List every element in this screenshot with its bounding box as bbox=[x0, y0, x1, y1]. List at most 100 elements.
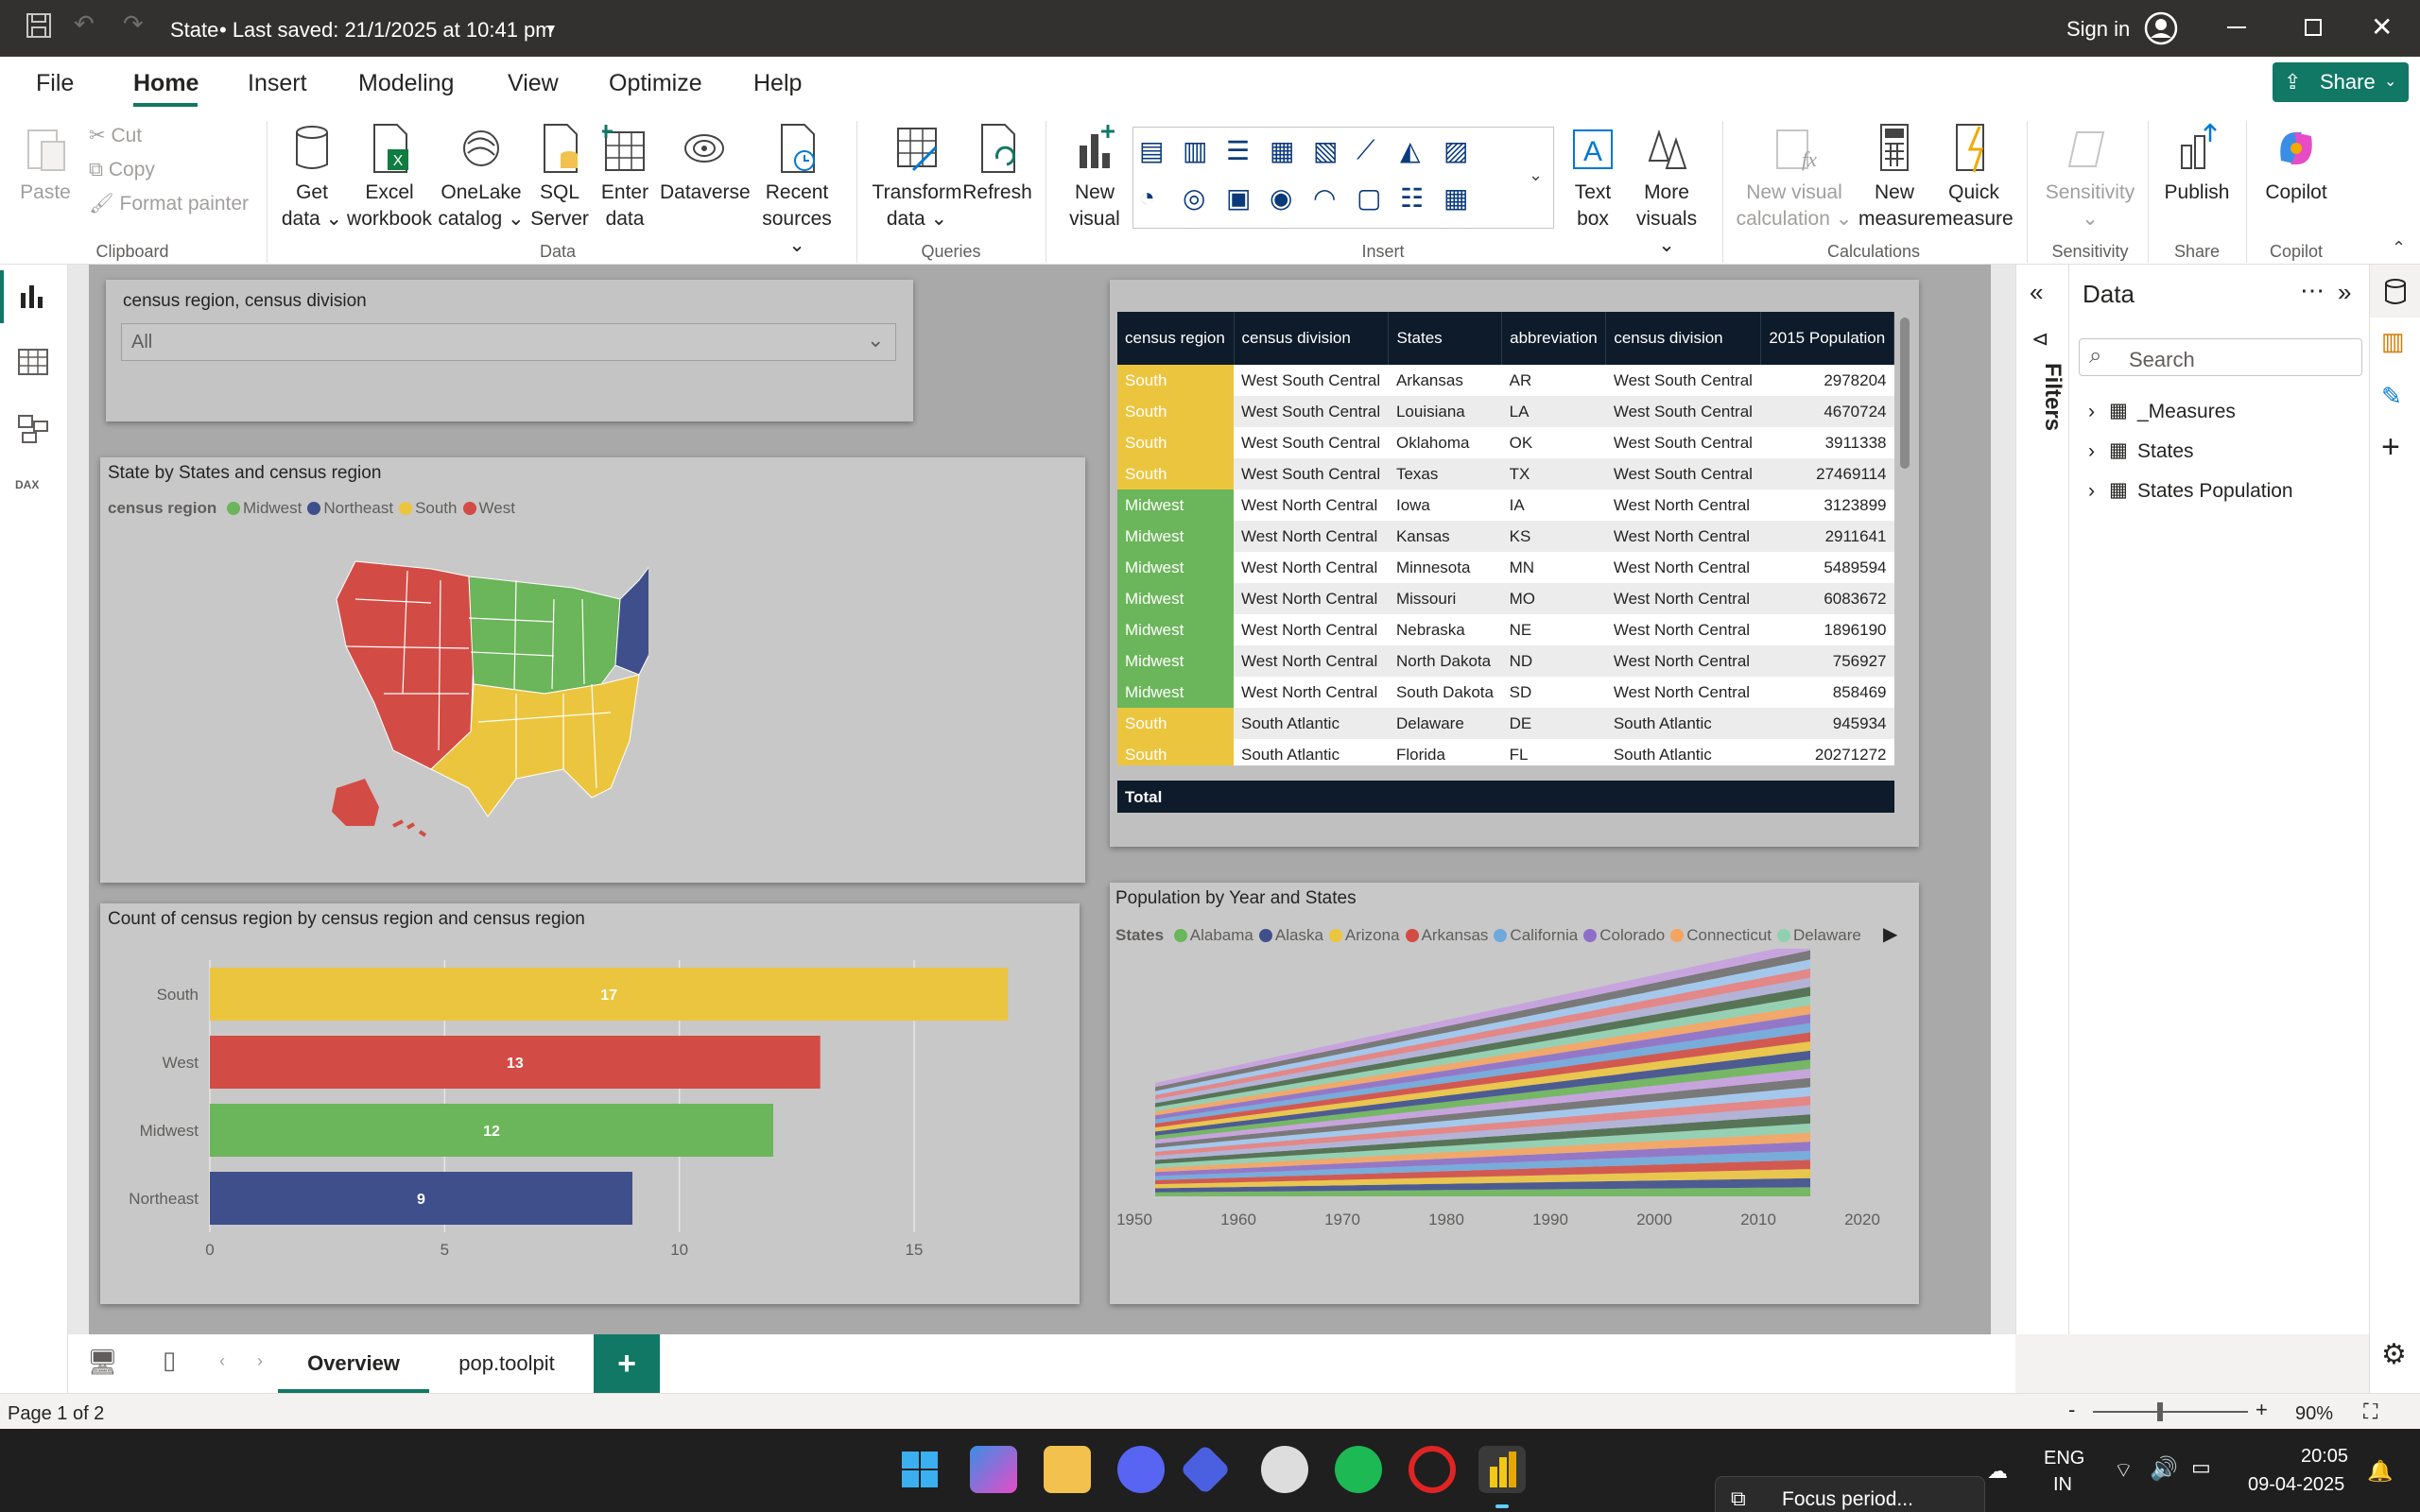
sql-server-button[interactable]: SQL Server bbox=[529, 123, 590, 232]
battery-icon[interactable]: ▭ bbox=[2191, 1455, 2211, 1480]
slicer-visual[interactable]: census region, census division All ⌄ bbox=[106, 280, 913, 421]
table-row[interactable]: Midwest West North Central Kansas KS West No… bbox=[1117, 521, 1894, 552]
sensitivity-button[interactable]: Sensitivity ⌄ bbox=[2038, 123, 2142, 232]
onelake-catalog-button[interactable]: OneLake catalog ⌄ bbox=[437, 123, 526, 232]
expand-chevron-icon[interactable]: › bbox=[2088, 480, 2095, 503]
new-visual-button[interactable]: New visual bbox=[1057, 123, 1132, 232]
focus-session-widget[interactable]: ⧉ Focus period... bbox=[1715, 1476, 1985, 1512]
dax-query-view-icon[interactable]: DAX bbox=[15, 478, 39, 491]
menu-home[interactable]: Home bbox=[133, 70, 199, 97]
discord-icon[interactable] bbox=[1117, 1446, 1165, 1493]
build-visual-icon[interactable]: ✎ bbox=[2381, 382, 2402, 411]
report-view-icon[interactable] bbox=[17, 282, 49, 315]
visual-type-icon[interactable]: ◠ bbox=[1313, 182, 1336, 214]
settings-icon[interactable]: ⚙ bbox=[2381, 1338, 2407, 1371]
visual-type-icon[interactable]: ▨ bbox=[1443, 135, 1468, 166]
area-legend-item[interactable]: Arizona bbox=[1328, 926, 1400, 944]
menu-view[interactable]: View bbox=[508, 70, 559, 97]
cut-button[interactable]: ✂ Cut bbox=[89, 123, 142, 149]
table-scrollbar[interactable] bbox=[1900, 318, 1910, 469]
table-row[interactable]: South West South Central Oklahoma OK West So… bbox=[1117, 427, 1894, 458]
clock-icon[interactable] bbox=[1261, 1446, 1308, 1493]
excel-workbook-button[interactable]: X Excel workbook bbox=[346, 123, 433, 232]
map-legend-item[interactable]: South bbox=[399, 499, 458, 517]
onedrive-icon[interactable]: ☁ bbox=[1987, 1459, 2008, 1484]
visual-type-icon[interactable]: ⟋ bbox=[1357, 135, 1375, 166]
mobile-layout-icon[interactable]: ▯ bbox=[163, 1346, 176, 1375]
copy-button[interactable]: ⧉ Copy bbox=[89, 157, 155, 183]
slicer-dropdown[interactable]: All ⌄ bbox=[121, 323, 896, 361]
menu-insert[interactable]: Insert bbox=[248, 70, 307, 97]
paste-button[interactable]: Paste bbox=[17, 123, 74, 206]
area-legend-item[interactable]: Alaska bbox=[1258, 926, 1323, 944]
table-row[interactable]: South South Atlantic Delaware DE South Atlan… bbox=[1117, 708, 1894, 739]
title-dropdown-icon[interactable]: ▼ bbox=[544, 21, 558, 36]
table-row[interactable]: Midwest West North Central Minnesota MN West… bbox=[1117, 552, 1894, 583]
data-field-table[interactable]: › ▦ States bbox=[2088, 437, 2362, 476]
area-legend-item[interactable]: Connecticut bbox=[1670, 926, 1772, 944]
clock-date[interactable]: 09-04-2025 bbox=[2248, 1474, 2344, 1496]
zoom-slider[interactable] bbox=[2093, 1411, 2248, 1413]
text-box-button[interactable]: A Text box bbox=[1560, 123, 1626, 232]
data-search-input[interactable]: ⌕ Search bbox=[2079, 338, 2362, 376]
undo-icon[interactable]: ↶ bbox=[74, 9, 95, 39]
copilot-app-icon[interactable] bbox=[970, 1446, 1017, 1493]
maximize-icon[interactable] bbox=[2305, 19, 2322, 36]
table-row[interactable]: Midwest West North Central Nebraska NE West … bbox=[1117, 614, 1894, 645]
table-row[interactable]: Midwest West North Central South Dakota SD W… bbox=[1117, 677, 1894, 708]
tab-overview[interactable]: Overview bbox=[278, 1334, 429, 1393]
data-field-table[interactable]: › ▦ States Population bbox=[2088, 476, 2362, 516]
format-pane-icon[interactable]: ▥ bbox=[2381, 327, 2405, 356]
visual-type-icon[interactable]: ▤ bbox=[1139, 135, 1164, 166]
share-button[interactable]: ⇪ Share ⌄ bbox=[2273, 62, 2409, 102]
menu-optimize[interactable]: Optimize bbox=[609, 70, 702, 97]
table-row[interactable]: South West South Central Louisiana LA West S… bbox=[1117, 396, 1894, 427]
file-explorer-icon[interactable] bbox=[1044, 1446, 1091, 1493]
prev-page-icon[interactable]: ‹ bbox=[219, 1351, 225, 1371]
area-legend-item[interactable]: Delaware bbox=[1777, 926, 1861, 944]
table-row[interactable]: South West South Central Texas TX West South… bbox=[1117, 458, 1894, 490]
column-header[interactable]: census region bbox=[1117, 312, 1235, 365]
new-visual-calculation-button[interactable]: fx New visual calculation ⌄ bbox=[1736, 123, 1853, 232]
table-row[interactable]: South South Atlantic Florida FL South Atlant… bbox=[1117, 739, 1894, 765]
model-view-icon[interactable] bbox=[17, 414, 49, 449]
visual-type-icon[interactable]: ◔ bbox=[1139, 182, 1155, 213]
column-header[interactable]: States bbox=[1388, 312, 1503, 365]
wifi-icon[interactable]: ⌔ bbox=[2114, 1457, 2134, 1484]
start-icon[interactable] bbox=[896, 1446, 943, 1493]
minimize-icon[interactable] bbox=[2227, 26, 2246, 28]
expand-chevron-icon[interactable]: › bbox=[2088, 401, 2095, 423]
menu-modeling[interactable]: Modeling bbox=[358, 70, 454, 97]
visual-type-icon[interactable]: ▣ bbox=[1226, 182, 1251, 214]
visual-type-icon[interactable]: ▦ bbox=[1270, 135, 1294, 166]
area-legend-item[interactable]: Alabama bbox=[1173, 926, 1253, 944]
publish-button[interactable]: Publish bbox=[2157, 123, 2237, 206]
visual-type-icon[interactable]: ◉ bbox=[1270, 182, 1292, 214]
account-icon[interactable] bbox=[2144, 11, 2178, 50]
format-painter-button[interactable]: 🖌 Format painter bbox=[89, 191, 249, 217]
table-row[interactable]: Midwest West North Central Missouri MO West … bbox=[1117, 583, 1894, 614]
area-legend-item[interactable]: Arkansas bbox=[1405, 926, 1488, 944]
collapse-ribbon-icon[interactable]: ⌃ bbox=[2392, 238, 2406, 258]
visual-type-icon[interactable]: ☷ bbox=[1400, 182, 1424, 214]
expand-filters-icon[interactable]: « bbox=[2030, 278, 2043, 307]
enter-data-button[interactable]: Enter data bbox=[594, 123, 656, 232]
dataverse-button[interactable]: Dataverse bbox=[660, 123, 751, 206]
table-row[interactable]: Midwest West North Central Iowa IA West Nort… bbox=[1117, 490, 1894, 521]
fit-to-page-icon[interactable]: ⛶ bbox=[2363, 1400, 2377, 1424]
close-icon[interactable]: ✕ bbox=[2371, 11, 2393, 43]
visual-type-icon[interactable]: ▧ bbox=[1313, 135, 1338, 166]
table-row[interactable]: South West South Central Arkansas AR West So… bbox=[1117, 365, 1894, 396]
clock-time[interactable]: 20:05 bbox=[2301, 1446, 2348, 1468]
new-measure-button[interactable]: New measure bbox=[1858, 123, 1936, 232]
recent-sources-button[interactable]: Recent sources ⌄ bbox=[752, 123, 841, 259]
visual-type-icon[interactable]: ◎ bbox=[1183, 182, 1205, 214]
add-page-button[interactable]: + bbox=[594, 1334, 660, 1393]
add-pane-icon[interactable]: + bbox=[2381, 429, 2400, 466]
expand-chevron-icon[interactable]: › bbox=[2088, 440, 2095, 463]
map-legend-item[interactable]: Midwest bbox=[227, 499, 302, 517]
tab-pop-toolpit[interactable]: pop.toolpit bbox=[433, 1334, 580, 1393]
zoom-out-icon[interactable]: - bbox=[2068, 1398, 2075, 1422]
map-visual[interactable]: State by States and census region census… bbox=[100, 457, 1085, 883]
table-view-icon[interactable] bbox=[17, 348, 49, 381]
